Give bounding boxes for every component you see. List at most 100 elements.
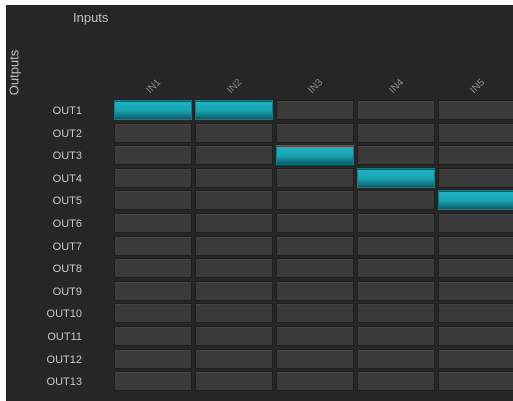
output-row-out8: OUT8 [6,258,513,280]
crosspoint-out4-in1[interactable] [114,167,192,188]
output-row-out13: OUT13 [6,371,513,393]
crosspoint-out9-in4[interactable] [357,280,435,301]
crosspoint-out6-in4[interactable] [357,213,435,233]
crosspoint-out1-in1[interactable] [114,100,192,120]
crosspoint-out5-in1[interactable] [114,190,192,211]
output-label: OUT2 [52,127,82,140]
crosspoint-out9-in3[interactable] [276,280,354,301]
output-label: OUT7 [52,240,82,253]
crosspoint-out2-in3[interactable] [276,122,354,143]
inputs-axis-label: Inputs [73,10,109,25]
crosspoint-out6-in3[interactable] [276,213,354,233]
input-header-label: IN3 [306,76,326,96]
crosspoint-out12-in4[interactable] [357,348,435,369]
crosspoint-out1-in3[interactable] [276,100,354,120]
crosspoint-out12-in2[interactable] [195,348,273,369]
crosspoint-out6-in2[interactable] [195,213,273,233]
crosspoint-out4-in4[interactable] [357,167,435,188]
output-row-out2: OUT2 [6,122,513,145]
output-row-out7: OUT7 [6,235,513,258]
crosspoint-out3-in4[interactable] [357,145,435,166]
crosspoint-out7-in5[interactable] [438,235,513,256]
crosspoint-out7-in1[interactable] [114,235,192,256]
crosspoint-out5-in4[interactable] [357,190,435,211]
crosspoint-out2-in4[interactable] [357,122,435,143]
crosspoint-out9-in1[interactable] [114,280,192,301]
crosspoint-out3-in5[interactable] [438,145,513,166]
crosspoint-out8-in4[interactable] [357,258,435,279]
crosspoint-out9-in5[interactable] [438,280,513,301]
crosspoint-out6-in1[interactable] [114,213,192,233]
crosspoint-out8-in1[interactable] [114,258,192,279]
output-label: OUT13 [46,376,82,389]
crosspoint-out10-in5[interactable] [438,303,513,324]
crosspoint-out8-in2[interactable] [195,258,273,279]
crosspoint-out5-in2[interactable] [195,190,273,211]
output-label: OUT3 [52,150,82,163]
crosspoint-out10-in3[interactable] [276,303,354,324]
outputs-axis-label: Outputs [6,49,22,96]
crosspoint-out4-in3[interactable] [276,167,354,188]
crosspoint-out2-in1[interactable] [114,122,192,143]
output-label: OUT4 [52,172,82,185]
output-label: OUT5 [52,195,82,208]
crosspoint-out11-in3[interactable] [276,326,354,346]
crosspoint-out12-in5[interactable] [438,348,513,369]
crosspoint-out1-in2[interactable] [195,100,273,120]
output-label: OUT10 [46,308,82,321]
crosspoint-out13-in1[interactable] [114,371,192,392]
crosspoint-out8-in5[interactable] [438,258,513,279]
crosspoint-out1-in4[interactable] [357,100,435,120]
crosspoint-out6-in5[interactable] [438,213,513,233]
crosspoint-out13-in5[interactable] [438,371,513,392]
crosspoint-out12-in3[interactable] [276,348,354,369]
crosspoint-out7-in2[interactable] [195,235,273,256]
crosspoint-out4-in5[interactable] [438,167,513,188]
crosspoint-out13-in3[interactable] [276,371,354,392]
crosspoint-out11-in4[interactable] [357,326,435,346]
input-header-in4: IN4 [357,71,437,101]
crosspoint-out3-in3[interactable] [276,145,354,166]
crosspoint-out1-in5[interactable] [438,100,513,120]
output-row-out10: OUT10 [6,303,513,325]
crosspoint-out11-in1[interactable] [114,326,192,346]
crosspoint-out5-in5[interactable] [438,190,513,211]
crosspoint-out8-in3[interactable] [276,258,354,279]
output-row-out12: OUT12 [6,348,513,371]
output-row-out3: OUT3 [6,145,513,167]
output-label: OUT1 [52,105,82,117]
crosspoint-out3-in1[interactable] [114,145,192,166]
output-label: OUT8 [52,263,82,276]
input-header-label: IN5 [468,76,488,96]
crosspoint-out12-in1[interactable] [114,348,192,369]
output-label: OUT11 [47,331,82,343]
crosspoint-out11-in2[interactable] [195,326,273,346]
crosspoint-out10-in1[interactable] [114,303,192,324]
crosspoint-out3-in2[interactable] [195,145,273,166]
crosspoint-out13-in4[interactable] [357,371,435,392]
output-label: OUT6 [52,218,82,230]
crosspoint-out4-in2[interactable] [195,167,273,188]
crosspoint-out5-in3[interactable] [276,190,354,211]
output-label: OUT9 [52,285,82,298]
output-row-out4: OUT4 [6,167,513,190]
crosspoint-out13-in2[interactable] [195,371,273,392]
output-row-out1: OUT1 [6,100,513,122]
input-header-in5: IN5 [438,71,513,101]
crosspoint-out10-in2[interactable] [195,303,273,324]
input-header-in2: IN2 [195,71,275,101]
output-row-out5: OUT5 [6,190,513,212]
output-label: OUT12 [46,353,82,366]
output-row-out11: OUT11 [6,326,513,348]
crosspoint-out10-in4[interactable] [357,303,435,324]
crosspoint-out9-in2[interactable] [195,280,273,301]
crosspoint-out2-in2[interactable] [195,122,273,143]
input-column-headers: IN1 IN2 IN3 IN4 IN5 [114,71,513,101]
input-header-label: IN1 [144,76,164,96]
routing-matrix-panel: Inputs Outputs IN1 IN2 IN3 IN4 IN5 OUT1 OUT2 O… [6,5,513,401]
crosspoint-out7-in3[interactable] [276,235,354,256]
crosspoint-out11-in5[interactable] [438,326,513,346]
input-header-label: IN2 [225,76,245,96]
crosspoint-out2-in5[interactable] [438,122,513,143]
crosspoint-out7-in4[interactable] [357,235,435,256]
